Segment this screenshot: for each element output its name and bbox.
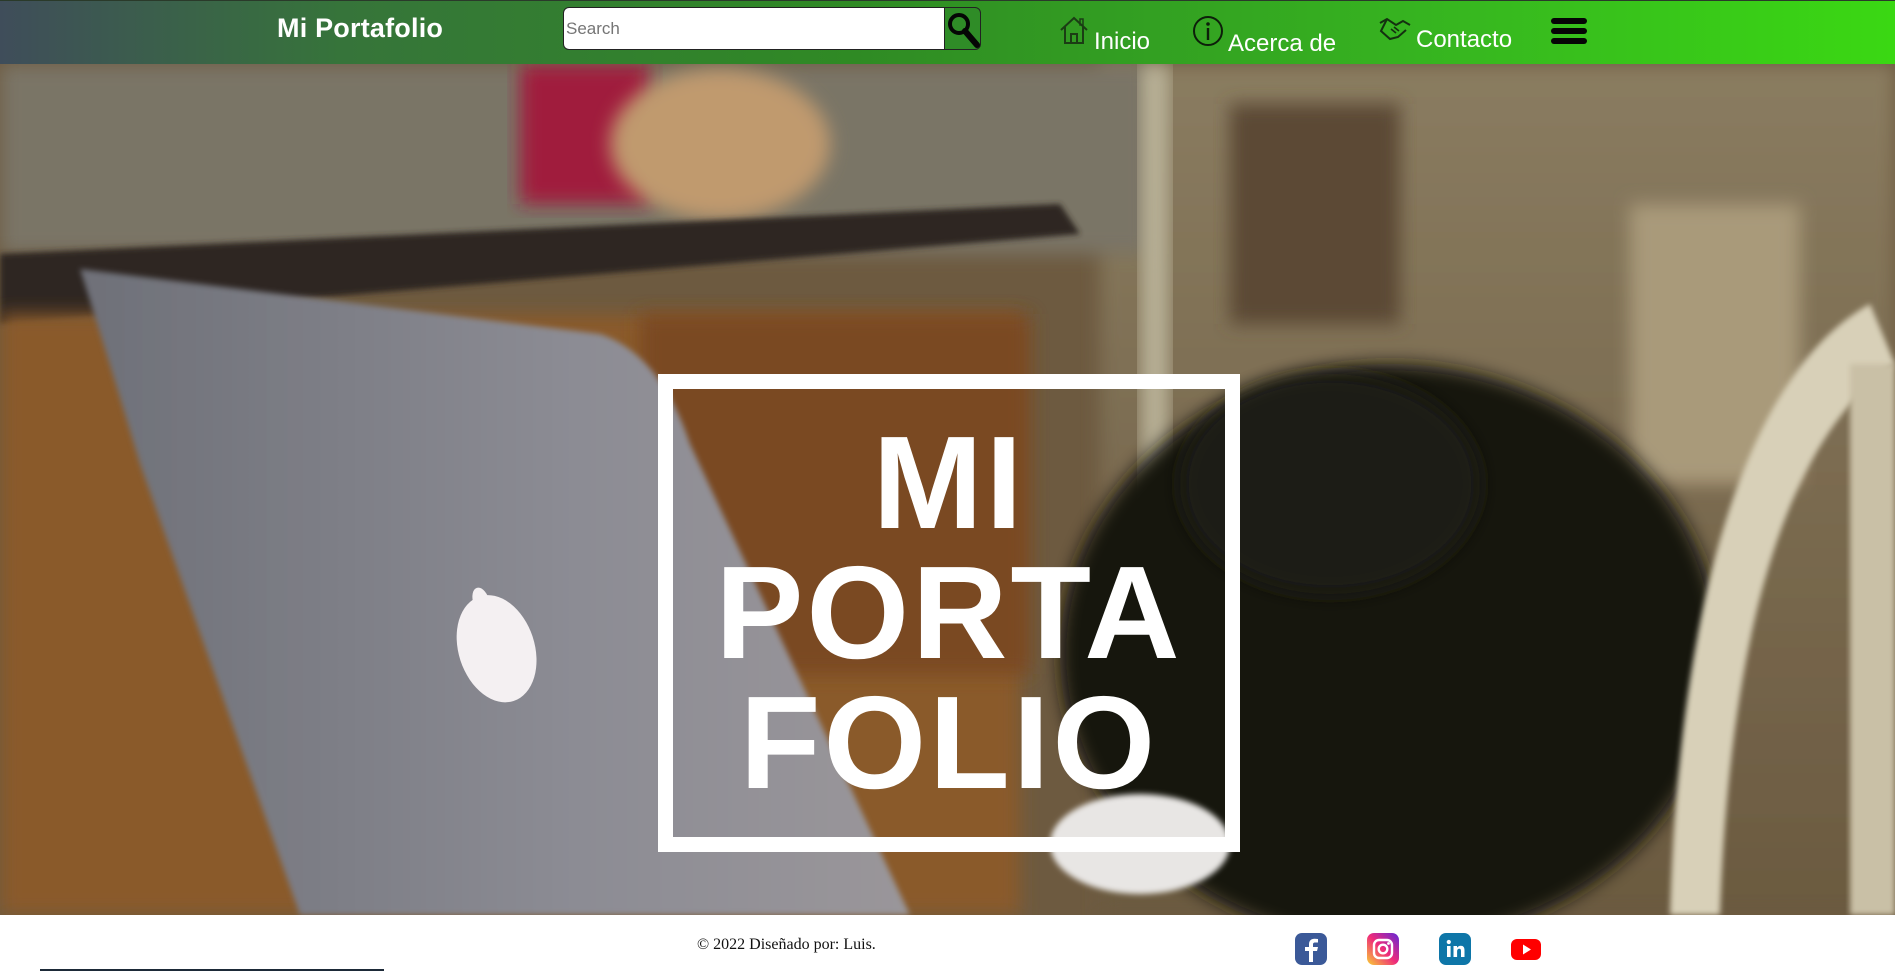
nav-link-inicio[interactable]: Inicio bbox=[1058, 15, 1150, 55]
handshake-icon bbox=[1378, 15, 1412, 50]
nav-link-contacto[interactable]: Contacto bbox=[1378, 15, 1512, 53]
linkedin-icon[interactable] bbox=[1439, 933, 1471, 965]
facebook-icon[interactable] bbox=[1295, 933, 1327, 965]
menu-bar bbox=[1551, 38, 1587, 44]
home-icon bbox=[1058, 15, 1090, 52]
nav-link-label: Acerca de bbox=[1228, 30, 1337, 57]
search-form bbox=[563, 7, 981, 50]
navbar: Mi Portafolio Inicio bbox=[0, 0, 1895, 64]
nav-link-label: Inicio bbox=[1094, 28, 1151, 55]
youtube-icon[interactable] bbox=[1510, 933, 1542, 965]
hero-title-line: PORTA bbox=[715, 539, 1183, 686]
hamburger-menu-icon[interactable] bbox=[1551, 18, 1587, 48]
hero-section: MI PORTA FOLIO bbox=[0, 64, 1895, 915]
instagram-icon[interactable] bbox=[1367, 933, 1399, 965]
info-icon bbox=[1192, 15, 1224, 54]
hero-title-line: FOLIO bbox=[739, 669, 1159, 816]
nav-link-label: Contacto bbox=[1416, 26, 1513, 53]
menu-bar bbox=[1551, 18, 1587, 24]
copyright-text: © 2022 Diseñado por: Luis. bbox=[697, 936, 876, 953]
footer: © 2022 Diseñado por: Luis. bbox=[0, 915, 1895, 971]
search-input[interactable] bbox=[563, 7, 945, 50]
search-button[interactable] bbox=[944, 7, 981, 50]
menu-bar bbox=[1551, 28, 1587, 34]
brand-logo-link[interactable]: Mi Portafolio bbox=[277, 13, 443, 44]
hero-title-line: MI bbox=[872, 409, 1026, 556]
nav-link-acerca[interactable]: Acerca de bbox=[1192, 15, 1336, 57]
search-icon bbox=[947, 12, 980, 48]
hero-title-box: MI PORTA FOLIO bbox=[658, 374, 1240, 852]
